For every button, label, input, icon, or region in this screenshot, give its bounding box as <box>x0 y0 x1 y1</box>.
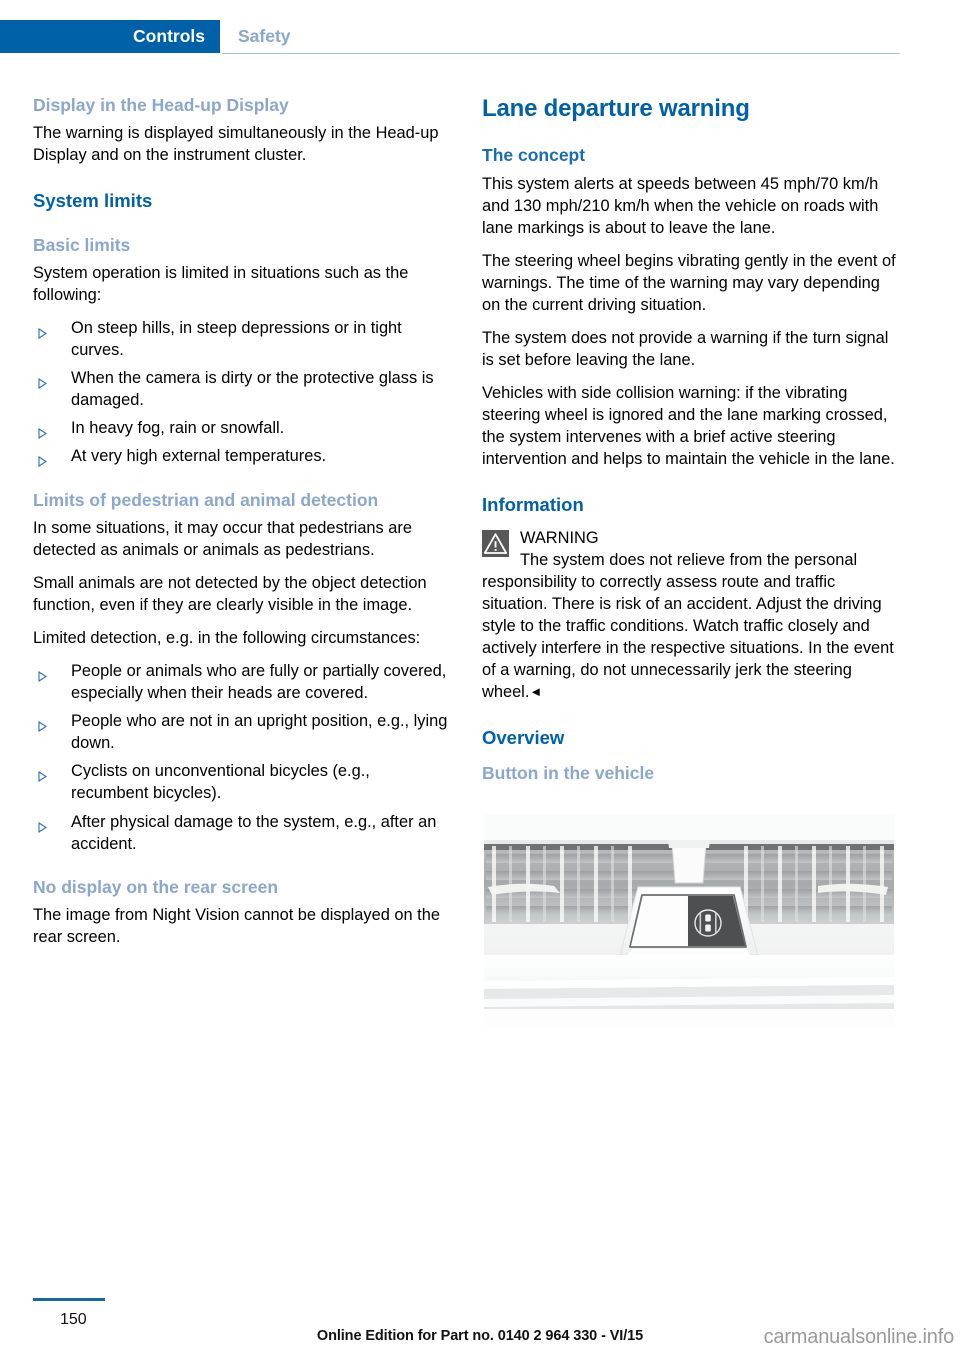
page-number: 150 <box>60 1311 87 1328</box>
warning-label: WARNING <box>520 528 599 547</box>
paragraph-concept-3: The system does not provide a warning if… <box>482 329 889 370</box>
heading-no-display-rear-screen: No display on the rear screen <box>33 876 279 897</box>
header-tab-bar: Controls Safety <box>0 20 960 53</box>
bullet-arrow-icon <box>38 323 48 340</box>
bullet-arrow-icon <box>38 817 48 833</box>
warning-block: WARNING The system does not relieve from… <box>482 527 900 704</box>
warning-endmark: ◄ <box>529 684 543 700</box>
heading-limits-pedestrian-animal: Limits of pedestrian and animal detectio… <box>33 489 379 510</box>
bullet-arrow-icon <box>38 423 48 440</box>
vehicle-console-illustration <box>482 812 896 1028</box>
page-title: Lane departure warning <box>482 95 750 122</box>
paragraph-detection-2: Small animals are not detected by the ob… <box>33 573 427 615</box>
list-item-label: People or animals who are fully or parti… <box>71 662 447 703</box>
heading-display-in-headup: Display in the Head-up Display <box>33 95 289 115</box>
heading-the-concept: The concept <box>482 145 586 166</box>
bullet-arrow-icon <box>38 716 48 733</box>
paragraph-concept-2: The steering wheel begins vibrating gent… <box>482 251 896 314</box>
list-basic-limits: On steep hills, in steep depressions or … <box>33 317 451 468</box>
heading-basic-limits: Basic limits <box>33 234 131 255</box>
heading-overview: Overview <box>482 727 565 749</box>
list-item: After physical damage to the system, e.g… <box>33 811 451 855</box>
list-item: When the camera is dirty or the protecti… <box>33 367 451 411</box>
list-item-label: Cyclists on unconventional bicycles (e.g… <box>71 762 370 803</box>
list-item: People or animals who are fully or parti… <box>33 660 451 704</box>
list-item: Cyclists on unconventional bicycles (e.g… <box>33 760 451 804</box>
page-footer: 150 Online Edition for Part no. 0140 2 9… <box>0 1288 960 1362</box>
header-divider <box>222 53 900 54</box>
list-detection-limits: People or animals who are fully or parti… <box>33 660 451 855</box>
heading-system-limits: System limits <box>33 190 153 212</box>
bullet-arrow-icon <box>38 666 48 683</box>
site-watermark: carmanualsonline.info <box>763 1326 955 1348</box>
heading-information: Information <box>482 494 584 516</box>
bullet-arrow-icon <box>38 451 48 468</box>
list-item-label: In heavy fog, rain or snowfall. <box>71 419 285 438</box>
figure-button-in-vehicle <box>482 812 896 1028</box>
paragraph-concept-1: This system alerts at speeds between 45 … <box>482 174 879 237</box>
bullet-arrow-icon <box>38 766 48 783</box>
bullet-arrow-icon <box>38 373 48 390</box>
paragraph-headup: The warning is displayed simultaneously … <box>33 124 439 165</box>
list-item-label: When the camera is dirty or the protecti… <box>71 369 434 410</box>
paragraph-detection-3: Limited detection, e.g. in the following… <box>33 629 421 648</box>
heading-button-in-the-vehicle: Button in the vehicle <box>482 763 655 784</box>
footer-divider <box>33 1298 105 1301</box>
warning-body: The system does not relieve from the per… <box>482 550 894 702</box>
paragraph-basic-intro: System operation is limited in situation… <box>33 264 409 305</box>
list-item: People who are not in an upright positio… <box>33 710 451 754</box>
list-item-label: After physical damage to the system, e.g… <box>71 812 437 853</box>
tab-safety[interactable]: Safety <box>238 20 291 53</box>
list-item: In heavy fog, rain or snowfall. <box>33 417 451 440</box>
tab-controls[interactable]: Controls <box>0 20 220 53</box>
list-item: On steep hills, in steep depressions or … <box>33 317 451 361</box>
paragraph-no-display: The image from Night Vision cannot be di… <box>33 906 440 947</box>
warning-text: The system does not relieve from the per… <box>482 549 900 703</box>
list-item-label: People who are not in an upright positio… <box>71 712 448 753</box>
paragraph-detection-1: In some situations, it may occur that pe… <box>33 518 412 559</box>
warning-triangle-icon <box>482 529 509 557</box>
page-header: Controls Safety <box>0 0 960 62</box>
left-column: Display in the Head-up Display The warni… <box>33 95 451 959</box>
paragraph-concept-4: Vehicles with side collision warning: if… <box>482 384 895 469</box>
list-item-label: On steep hills, in steep depressions or … <box>71 319 402 360</box>
right-column: Lane departure warning The concept This … <box>482 95 900 1028</box>
list-item: At very high external temperatures. <box>33 445 451 468</box>
list-item-label: At very high external temperatures. <box>71 447 327 466</box>
